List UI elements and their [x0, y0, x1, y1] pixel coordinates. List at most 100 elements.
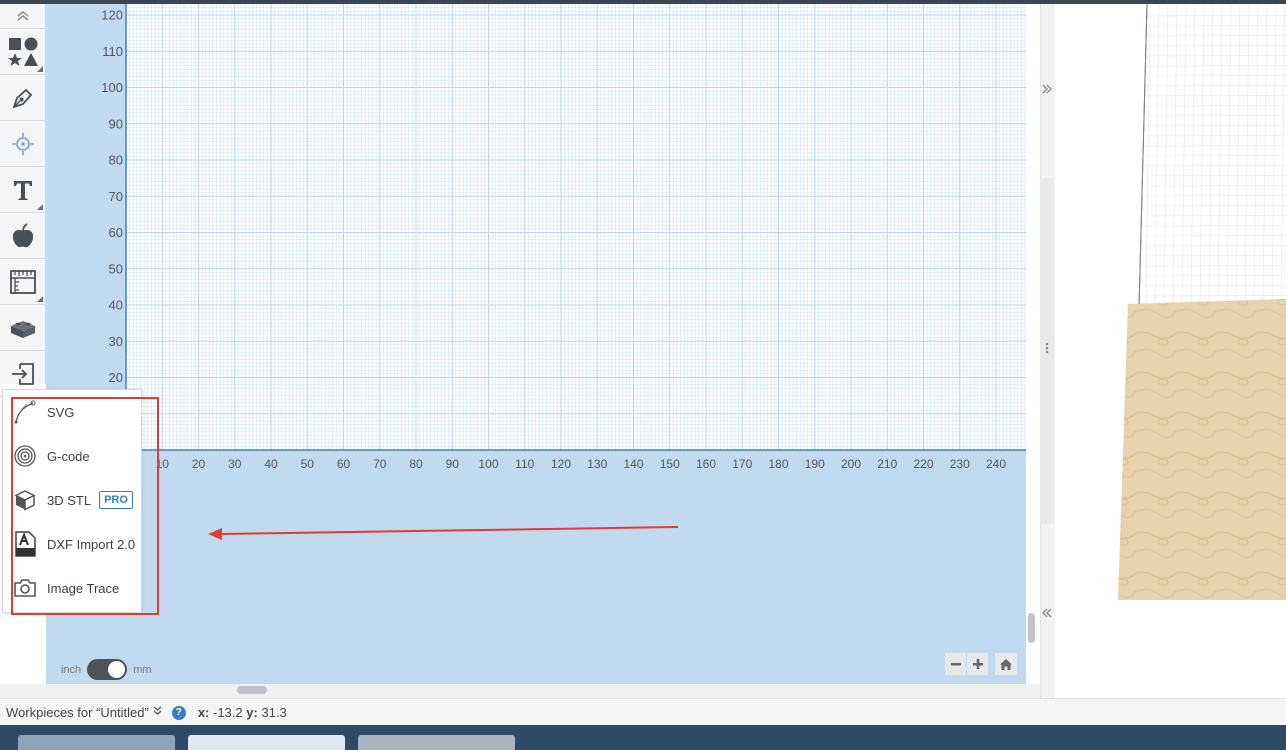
x-axis-tick-label: 100: [478, 457, 498, 471]
shapes-icon: [7, 37, 38, 66]
preview-grid-line: [1144, 245, 1286, 247]
preview-grid-line: [1154, 4, 1160, 305]
unit-inch-label: inch: [61, 663, 82, 676]
taskbar-tab[interactable]: [188, 735, 345, 750]
preview-grid-line: [1144, 35, 1286, 37]
x-axis-tick-label: 230: [950, 457, 970, 471]
unit-switch[interactable]: [87, 659, 128, 680]
import-menu-item-svg[interactable]: SVG: [3, 390, 141, 434]
grid-workspace[interactable]: 120 110 100 90 80 70 60 50 40 30 20 10 20 30 40 50 60 70 8…: [46, 4, 1026, 684]
import-menu-item-image-trace[interactable]: Image Trace: [3, 566, 141, 610]
preview-grid-line: [1144, 45, 1286, 47]
shapes-tool-button[interactable]: [0, 29, 45, 75]
x-axis-tick-label: 80: [409, 457, 423, 471]
x-axis-tick-label: 150: [660, 457, 680, 471]
x-axis-tick-label: 160: [696, 457, 716, 471]
preview-grid-line: [1271, 4, 1277, 305]
preview-grid-line: [1144, 225, 1286, 227]
y-axis-tick-label: 110: [102, 44, 123, 59]
taskbar-tab[interactable]: [358, 735, 515, 750]
pen-tool-button[interactable]: [0, 75, 45, 121]
ruler-icon: [9, 269, 36, 294]
x-axis-tick-label: 50: [301, 457, 315, 471]
workpieces-label[interactable]: Workpieces for “Untitled”: [6, 705, 149, 720]
taskbar-tab[interactable]: [18, 735, 175, 750]
vertical-scrollbar[interactable]: [1028, 613, 1035, 643]
preview-grid-line: [1144, 285, 1286, 287]
preview-grid-line: [1144, 215, 1286, 217]
import-menu-label: 3D STL: [47, 492, 92, 508]
chevron-double-down-icon[interactable]: [153, 706, 162, 719]
preview-grid-line: [1226, 4, 1232, 305]
preview-grid-line: [1144, 85, 1286, 87]
x-axis-tick-label: 180: [768, 457, 788, 471]
help-icon[interactable]: ?: [171, 705, 186, 720]
y-value: 31.3: [261, 705, 287, 720]
preview-grid-line: [1144, 115, 1286, 117]
x-axis-tick-label: 220: [913, 457, 933, 471]
preview-grid-line: [1217, 4, 1223, 305]
x-label: x:: [197, 705, 210, 720]
import-menu-label: DXF Import 2.0: [47, 536, 136, 552]
apps-button[interactable]: [0, 305, 45, 351]
3d-preview-render: [1118, 4, 1286, 600]
preview-grid-line: [1253, 4, 1259, 305]
preview-grid-line: [1163, 4, 1169, 305]
x-axis-tick-label: 90: [446, 457, 460, 471]
preview-grid-line: [1280, 4, 1286, 305]
preview-grid-line: [1208, 4, 1214, 305]
chevron-double-left-icon: [1042, 608, 1052, 618]
chevron-double-up-icon: [17, 11, 28, 21]
expand-left-button[interactable]: [1040, 606, 1054, 621]
text-icon: [13, 180, 32, 200]
blocks-icon: [10, 320, 35, 338]
expand-right-button[interactable]: [1040, 82, 1054, 97]
preview-grid-line: [1144, 255, 1286, 257]
cursor-coordinates: x: -13.2 y: 31.3: [198, 705, 287, 720]
y-axis-tick-label: 40: [109, 298, 123, 313]
import-menu-item-gcode[interactable]: G-code: [3, 434, 141, 478]
toolbar-collapse-button[interactable]: [0, 4, 45, 29]
preview-grid-line: [1144, 235, 1286, 237]
horizontal-scrollbar[interactable]: [237, 686, 267, 694]
import-menu: SVG G-code 3D STL PRO DXF Import 2.0 Ima…: [2, 389, 142, 613]
grip-icon: [1045, 342, 1049, 354]
drag-handle[interactable]: [1040, 342, 1054, 357]
design-canvas[interactable]: 120 110 100 90 80 70 60 50 40 30 20 10 20 30 40 50 60 70 8…: [46, 4, 1026, 684]
y-axis-tick-label: 50: [109, 261, 123, 276]
zoom-out-button[interactable]: [945, 653, 966, 675]
submenu-indicator: [37, 204, 43, 210]
unit-switch-knob: [108, 661, 126, 678]
preview-grid-line: [1144, 75, 1286, 77]
pro-badge: PRO: [99, 491, 133, 509]
import-menu-label: G-code: [47, 448, 90, 464]
x-axis-tick-label: 200: [841, 457, 861, 471]
import-menu-item-dxf[interactable]: DXF Import 2.0: [3, 522, 141, 566]
camera-icon: [13, 576, 37, 600]
target-tool-button[interactable]: [0, 121, 45, 167]
status-bar: Workpieces for “Untitled” ? x: -13.2 y: …: [0, 698, 1286, 726]
preview-grid-line: [1262, 4, 1268, 305]
pen-icon: [12, 88, 32, 108]
unit-toggle[interactable]: inch mm: [61, 659, 152, 680]
y-axis-tick-label: 20: [109, 370, 123, 385]
target-icon: [11, 132, 34, 155]
y-label: y:: [246, 705, 258, 720]
submenu-indicator: [37, 66, 43, 72]
zoom-home-button[interactable]: [995, 653, 1017, 675]
text-tool-button[interactable]: [0, 167, 45, 213]
y-axis-tick-label: 100: [101, 80, 123, 95]
preview-grid-line: [1144, 205, 1286, 207]
dxf-file-icon: [13, 531, 37, 557]
ruler-tool-button[interactable]: [0, 259, 45, 305]
x-axis-tick-label: 40: [264, 457, 278, 471]
preview-grid-line: [1144, 275, 1286, 277]
icons-library-button[interactable]: [0, 213, 45, 259]
3d-preview[interactable]: [1055, 4, 1286, 698]
zoom-in-button[interactable]: [967, 653, 988, 675]
window-taskbar: [0, 725, 1286, 750]
preview-grid-line: [1144, 295, 1286, 297]
import-menu-item-3d-stl[interactable]: 3D STL PRO: [3, 478, 141, 522]
y-axis-tick-label: 60: [109, 225, 123, 240]
x-axis-tick-label: 130: [587, 457, 607, 471]
